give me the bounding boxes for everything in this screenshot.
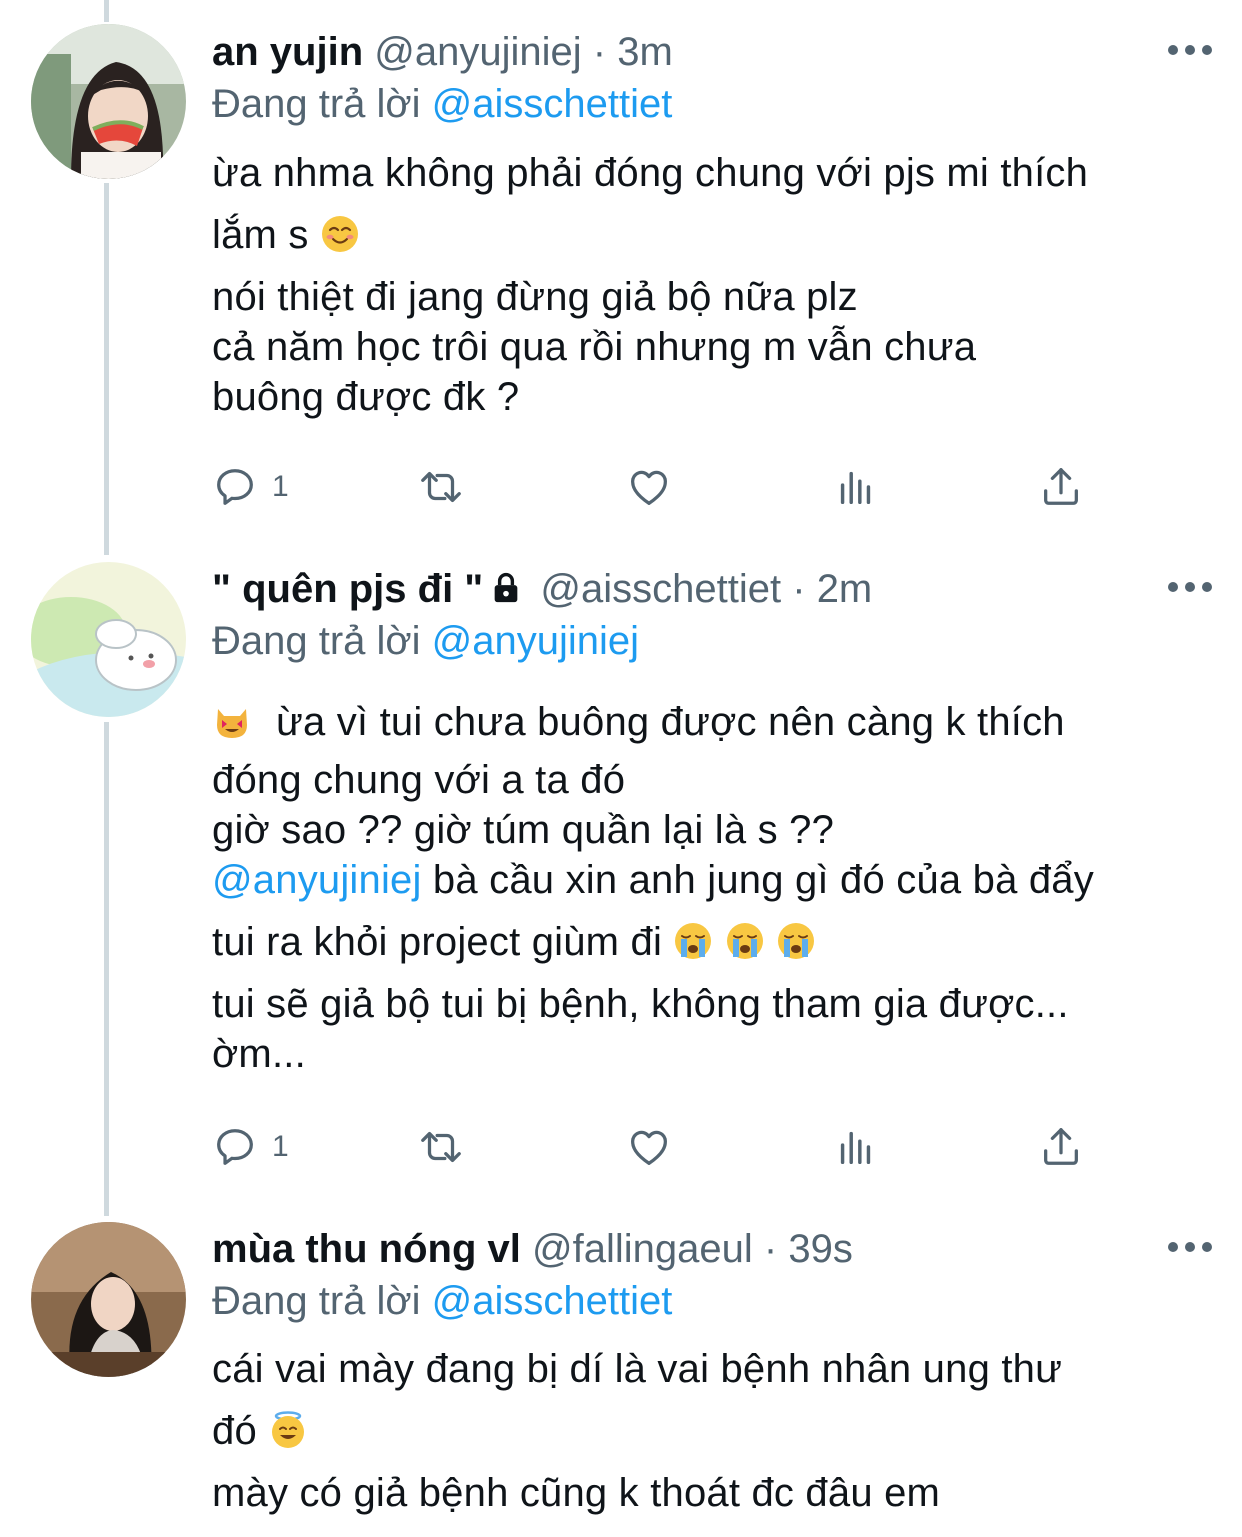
replying-label: Đang trả lời	[212, 1279, 421, 1323]
lock-icon	[494, 572, 518, 603]
analytics-icon	[833, 464, 879, 510]
crying-face-emoji	[673, 921, 713, 961]
tweet[interactable]: " quên pjs đi " @aisschettiet · 2m Đang …	[0, 540, 1242, 1200]
text-line: mày có giả bệnh cũng k thoát đc đâu em	[212, 1471, 941, 1515]
text-line: buông được đk ?	[212, 375, 520, 419]
retweet-icon	[418, 464, 464, 510]
mention-link[interactable]: @anyujiniej	[432, 619, 639, 663]
analytics-icon	[833, 1124, 879, 1170]
mention-link[interactable]: @anyujiniej	[212, 858, 422, 902]
text-span: lắm s	[212, 213, 309, 257]
display-name[interactable]: mùa thu nóng vl	[212, 1227, 521, 1271]
like-button[interactable]	[626, 462, 672, 512]
display-name[interactable]: " quên pjs đi "	[212, 567, 483, 611]
avatar[interactable]	[31, 24, 186, 179]
separator-dot: ·	[592, 30, 607, 74]
text-span: tui ra khỏi project giùm đi	[212, 920, 663, 964]
reply-icon	[212, 464, 258, 510]
username[interactable]: @aisschettiet	[540, 567, 781, 611]
timestamp[interactable]: 39s	[788, 1227, 853, 1271]
action-bar: 1	[212, 462, 1092, 512]
more-icon[interactable]	[1168, 1237, 1212, 1257]
like-icon	[626, 1124, 672, 1170]
text-line: tui sẽ giả bộ tui bị bệnh, không tham gi…	[212, 982, 1069, 1026]
text-line: nói thiệt đi jang đừng giả bộ nữa plz	[212, 275, 858, 319]
separator-dot: ·	[792, 567, 806, 611]
retweet-button[interactable]	[418, 1122, 464, 1172]
reply-icon	[212, 1124, 258, 1170]
replying-to: Đang trả lời @aisschettiet	[212, 1276, 672, 1326]
replying-label: Đang trả lời	[212, 82, 421, 126]
replying-label: Đang trả lời	[212, 619, 421, 663]
smiling-face-with-halo-emoji	[268, 1410, 308, 1450]
text-line: đó	[212, 1406, 1212, 1468]
text-span: ừa vì tui chưa buông được nên càng k thí…	[276, 700, 1065, 744]
tweet-header: mùa thu nóng vl @fallingaeul · 39s	[212, 1224, 1122, 1274]
text-line: cái vai mày đang bị dí là vai bệnh nhân …	[212, 1347, 1063, 1391]
retweet-button[interactable]	[418, 462, 464, 512]
text-line: ờm...	[212, 1032, 306, 1076]
reply-button[interactable]: 1	[212, 1122, 289, 1172]
like-button[interactable]	[626, 1122, 672, 1172]
crying-face-emoji	[725, 921, 765, 961]
reply-count: 1	[272, 1130, 289, 1163]
timestamp[interactable]: 2m	[817, 567, 873, 611]
text-line: cả năm học trôi qua rồi nhưng m vẫn chưa	[212, 325, 977, 369]
more-icon[interactable]	[1168, 577, 1212, 597]
reply-button[interactable]: 1	[212, 462, 289, 512]
tweet[interactable]: mùa thu nóng vl @fallingaeul · 39s Đang …	[0, 1200, 1242, 1537]
text-line: ừa vì tui chưa buông được nên càng k thí…	[212, 697, 1212, 755]
username[interactable]: @fallingaeul	[532, 1227, 753, 1271]
share-icon	[1038, 464, 1084, 510]
text-span: đó	[212, 1409, 257, 1453]
crying-face-emoji	[776, 921, 816, 961]
share-icon	[1038, 1124, 1084, 1170]
analytics-button[interactable]	[833, 1122, 879, 1172]
tweet-text: cái vai mày đang bị dí là vai bệnh nhân …	[212, 1344, 1212, 1518]
timestamp[interactable]: 3m	[617, 30, 673, 74]
separator-dot: ·	[763, 1227, 778, 1271]
analytics-button[interactable]	[833, 462, 879, 512]
tweet-header: an yujin @anyujiniej · 3m	[212, 27, 1122, 77]
replying-to: Đang trả lời @anyujiniej	[212, 616, 639, 666]
mention-link[interactable]: @aisschettiet	[432, 82, 673, 126]
tweet-text: ừa nhma không phải đóng chung với pjs mi…	[212, 148, 1212, 422]
text-line: lắm s	[212, 210, 1212, 272]
action-bar: 1	[212, 1122, 1092, 1172]
share-button[interactable]	[1038, 462, 1084, 512]
mention-link[interactable]: @aisschettiet	[432, 1279, 673, 1323]
tweet-text: ừa vì tui chưa buông được nên càng k thí…	[212, 697, 1212, 1079]
retweet-icon	[418, 1124, 464, 1170]
username[interactable]: @anyujiniej	[374, 30, 581, 74]
text-line: giờ sao ?? giờ túm quần lại là s ??	[212, 808, 835, 852]
like-icon	[626, 464, 672, 510]
text-span: bà cầu xin anh jung gì đó của bà đẩy	[432, 858, 1094, 902]
smiling-face-emoji	[320, 214, 360, 254]
share-button[interactable]	[1038, 1122, 1084, 1172]
text-line: ừa nhma không phải đóng chung với pjs mi…	[212, 151, 1089, 195]
text-line: đóng chung với a ta đó	[212, 758, 626, 802]
text-line: tui ra khỏi project giùm đi	[212, 917, 1212, 979]
text-line: @anyujiniej bà cầu xin anh jung gì đó củ…	[212, 855, 1212, 917]
avatar[interactable]	[31, 1222, 186, 1377]
heart-eyes-cat-emoji	[212, 701, 252, 741]
avatar[interactable]	[31, 562, 186, 717]
replying-to: Đang trả lời @aisschettiet	[212, 79, 672, 129]
reply-count: 1	[272, 470, 289, 503]
tweet-header: " quên pjs đi " @aisschettiet · 2m	[212, 564, 1122, 614]
more-icon[interactable]	[1168, 40, 1212, 60]
tweet[interactable]: an yujin @anyujiniej · 3m Đang trả lời @…	[0, 0, 1242, 540]
display-name[interactable]: an yujin	[212, 30, 363, 74]
